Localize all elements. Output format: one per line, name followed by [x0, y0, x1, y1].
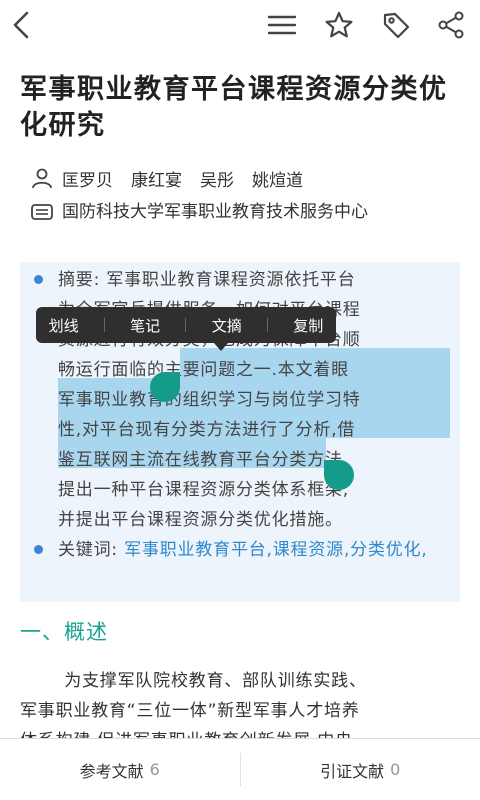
keywords-label: 关键词:: [58, 540, 118, 560]
share-icon[interactable]: [434, 8, 468, 42]
author-name[interactable]: 匡罗贝: [62, 166, 113, 191]
note-menu-item[interactable]: 笔记: [130, 315, 160, 336]
abstract-line: 并提出平台课程资源分类优化措施。: [58, 510, 343, 530]
top-bar: [0, 0, 480, 48]
star-icon[interactable]: [322, 8, 356, 42]
menu-divider: [267, 318, 268, 332]
popup-pointer: [214, 343, 228, 351]
authors-row: 匡罗贝 康红宴 吴彤 姚煊道: [30, 166, 321, 191]
selection-popup-menu: 划线 笔记 文摘 复制: [36, 307, 336, 351]
organization-name[interactable]: 国防科技大学军事职业教育技术服务中心: [62, 196, 368, 228]
underline-menu-item[interactable]: 划线: [49, 315, 79, 336]
abstract-line: 摘要: 军事职业教育课程资源依托平台: [58, 270, 356, 290]
citations-count: 0: [390, 760, 401, 779]
body-line: 军事职业教育“三位一体”新型军事人才培养: [20, 701, 360, 721]
section-title: 一、概述: [20, 620, 108, 644]
menu-icon[interactable]: [265, 8, 299, 42]
abstract-bullet-icon: [34, 275, 43, 284]
abstract-text[interactable]: 摘要: 军事职业教育课程资源依托平台 为全军官兵提供服务，如何对平台课程 资源进…: [58, 265, 450, 535]
references-button[interactable]: 参考文献 6: [0, 739, 240, 800]
abstract-line: 提出一种平台课程资源分类体系框架,: [58, 480, 350, 500]
keywords-links[interactable]: 军事职业教育平台,课程资源,分类优化,: [124, 540, 427, 560]
author-name[interactable]: 吴彤: [200, 166, 234, 191]
selection-start-handle[interactable]: [150, 372, 180, 402]
back-icon[interactable]: [4, 8, 38, 42]
copy-menu-item[interactable]: 复制: [293, 315, 323, 336]
excerpt-menu-item[interactable]: 文摘: [212, 315, 242, 336]
author-name[interactable]: 姚煊道: [252, 166, 303, 191]
author-name[interactable]: 康红宴: [131, 166, 182, 191]
abstract-line: 军事职业教育的组织学习与岗位学习特: [58, 390, 361, 410]
references-label: 参考文献: [79, 761, 144, 781]
article-title: 军事职业教育平台课程资源分类优化研究: [20, 74, 448, 141]
citations-button[interactable]: 引证文献 0: [241, 739, 480, 800]
selection-end-handle[interactable]: [324, 460, 354, 490]
abstract-line: 性,对平台现有分类方法进行了分析,借: [58, 420, 356, 440]
references-count: 6: [149, 760, 160, 779]
menu-divider: [185, 318, 187, 332]
tag-icon[interactable]: [379, 8, 413, 42]
abstract-line: 鉴互联网主流在线教育平台分类方法,: [58, 450, 350, 470]
abstract-line: 畅运行面临的主要问题之一.本文着眼: [58, 360, 350, 380]
keywords-row: 关键词: 军事职业教育平台,课程资源,分类优化,: [58, 535, 450, 565]
keywords-bullet-icon: [34, 545, 43, 554]
body-line: 为支撑军队院校教育、部队训练实践、: [64, 671, 367, 691]
menu-divider: [103, 318, 105, 332]
organization-row: 国防科技大学军事职业教育技术服务中心: [30, 196, 460, 228]
bottom-bar: 参考文献 6 引证文献 0: [0, 738, 480, 800]
person-icon: [32, 168, 52, 189]
citations-label: 引证文献: [320, 761, 385, 781]
organization-icon: [31, 204, 53, 220]
